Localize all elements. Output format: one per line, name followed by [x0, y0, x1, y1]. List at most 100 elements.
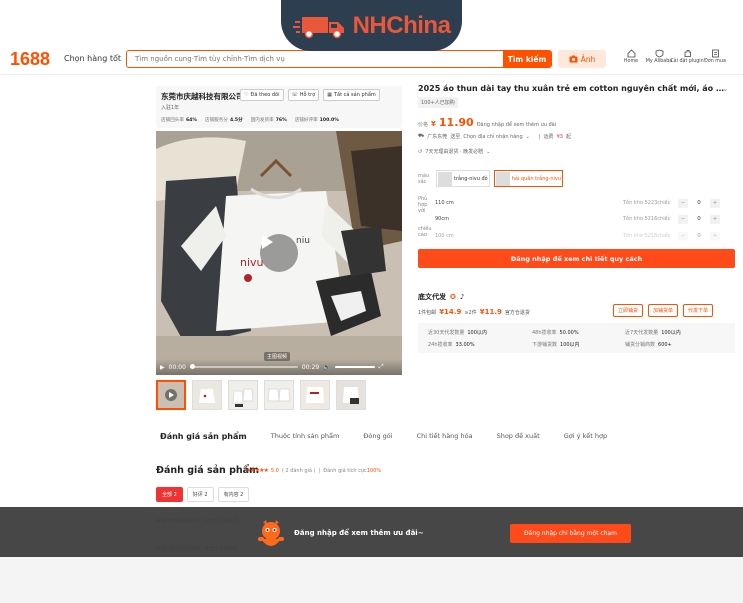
color-option[interactable]: trắng-nivu đỏ — [436, 170, 490, 187]
dropship-order-button[interactable]: 代发下单 — [683, 304, 714, 317]
price-row: 价格 ¥ 11.90 Đăng nhập để xem thêm ưu đãi — [418, 116, 556, 129]
color-option-selected[interactable]: hải quân trắng-nivu — [493, 170, 564, 187]
sold-badge: 100+人已加购 — [418, 97, 458, 108]
quantity-stepper: −0 + — [678, 214, 720, 224]
brand-name: NHChina — [352, 11, 451, 39]
heart-icon: ♡ — [244, 92, 249, 98]
home-icon — [627, 49, 635, 58]
stat-label: 48h揽收率 — [532, 330, 557, 336]
search-button[interactable]: Tìm kiếm — [503, 51, 551, 67]
price-note[interactable]: Đăng nhập để xem thêm ưu đãi — [477, 122, 556, 128]
chevron-down-icon: ⌄ — [486, 148, 491, 155]
color-swatch — [438, 171, 452, 186]
one-click-login-button[interactable]: Đăng nhập chỉ bằng một chạm — [510, 524, 631, 543]
nav-home-label: Home — [623, 59, 639, 64]
product-video-player[interactable]: nivu niu 主图视频 ▶ 00:00 00:29 🔈 ⤢ — [156, 131, 402, 375]
plus-button[interactable]: + — [710, 214, 720, 224]
review-filter-good[interactable]: 好评 2 — [186, 487, 214, 502]
nav-plugin[interactable]: Cài đặt plugin — [670, 49, 704, 64]
plus-button[interactable]: + — [710, 198, 720, 208]
minus-button[interactable]: − — [678, 214, 688, 224]
color-selector: màu sắc trắng-nivu đỏ hải quân trắng-niv… — [418, 170, 564, 187]
login-to-view-specs-button[interactable]: Đăng nhập để xem chi tiết quy cách — [418, 249, 735, 268]
add-list-button[interactable]: 加铺货单 — [648, 304, 679, 317]
support-label: Hỗ trợ — [299, 92, 316, 98]
reviews-title: Đánh giá sản phẩm — [156, 465, 259, 476]
stat-label: 下游铺货数 — [532, 342, 558, 348]
nav-home[interactable]: Home — [620, 49, 642, 64]
mascot-icon — [258, 520, 284, 546]
volume-slider[interactable] — [334, 366, 375, 368]
return-icon: ↺ — [418, 148, 423, 155]
tab-packaging[interactable]: Đóng gói — [363, 432, 392, 441]
thumbnail-video[interactable] — [156, 380, 186, 410]
minus-button[interactable]: − — [678, 198, 688, 208]
separator: | — [318, 467, 321, 474]
ship-to-select[interactable]: Chọn địa chỉ nhận hàng — [463, 134, 522, 140]
review-filter-content[interactable]: 有内容 2 — [217, 487, 250, 502]
video-progress-bar[interactable] — [189, 364, 298, 369]
thumbnail-image[interactable] — [336, 380, 366, 410]
size-value: 110 cm — [435, 200, 454, 206]
size-row: 100 cm Tồn kho 5216chiếc −0 + — [418, 230, 736, 242]
thumbnail-image[interactable] — [192, 380, 222, 410]
thumbnail-image[interactable] — [228, 380, 258, 410]
shop-tenure: 入驻1年 — [161, 105, 180, 111]
stat-item: 48h揽收率 50.00% — [532, 329, 579, 336]
thumbnail-image[interactable] — [300, 380, 330, 410]
product-tabs: Đánh giá sản phẩm Thuộc tính sản phẩm Đó… — [160, 432, 607, 441]
tab-details[interactable]: Chi tiết hàng hóa — [417, 432, 473, 441]
follow-button[interactable]: ♡ Đã theo dõi — [240, 89, 284, 101]
site-logo[interactable]: 1688 — [10, 49, 50, 70]
login-promo-banner: Đăng nhập để xem thêm ưu đãi~ Đăng nhập … — [0, 507, 743, 557]
tab-combos[interactable]: Gợi ý kết hợp — [564, 432, 607, 441]
shirt-thumb-icon — [229, 381, 257, 409]
shop-name[interactable]: 东莞市庆越科技有限公司 — [161, 91, 244, 102]
nav-orders[interactable]: Đơn mua — [704, 49, 726, 64]
support-button[interactable]: ☏ Hỗ trợ — [287, 89, 320, 101]
quantity-value[interactable]: 0 — [692, 232, 706, 241]
shop-stat-label: 店铺回头率 — [161, 118, 184, 123]
store-icon: ▦ — [327, 92, 332, 98]
nav-my-alibaba[interactable]: My Alibaba — [646, 49, 672, 64]
stat-value: 100以内 — [560, 342, 580, 348]
review-score: 5.0 — [270, 467, 279, 474]
freight-suffix: 起 — [565, 134, 571, 140]
play-button[interactable] — [260, 234, 298, 272]
camera-icon — [569, 55, 578, 63]
freight-label: 运费 — [543, 134, 554, 140]
minus-button[interactable]: − — [678, 231, 688, 241]
plus-button[interactable]: + — [710, 231, 720, 241]
image-search-button[interactable]: Ảnh — [558, 50, 606, 68]
review-filter-all[interactable]: 全部 2 — [156, 487, 183, 502]
stock-value: Tồn kho 5216chiếc — [623, 216, 671, 222]
shirt-thumb-icon — [193, 381, 221, 409]
stat-item: 下游铺货数 100以内 — [532, 341, 580, 348]
freight-value: ¥3 — [556, 133, 563, 140]
volume-icon[interactable]: 🔈 — [323, 364, 330, 371]
shipping-icon: ⛟ — [418, 133, 425, 139]
quantity-stepper: −0 + — [678, 198, 720, 208]
play-control-icon[interactable]: ▶ — [160, 364, 165, 371]
tab-reviews[interactable]: Đánh giá sản phẩm — [160, 432, 247, 441]
product-title: 2025 áo thun dài tay thu xuân trẻ em cot… — [418, 84, 726, 93]
tab-attributes[interactable]: Thuộc tính sản phẩm — [271, 432, 340, 441]
separator: | — [538, 133, 541, 140]
thumbnail-image[interactable] — [264, 380, 294, 410]
quantity-value[interactable]: 0 — [692, 199, 706, 208]
size-row: 110 cm Tồn kho 5223chiếc −0 + — [418, 197, 736, 209]
star-rating-icon: ★★★★★ — [246, 467, 269, 474]
tab-shop-suggestions[interactable]: Shop đề xuất — [497, 432, 540, 441]
fullscreen-icon[interactable]: ⤢ — [379, 363, 384, 371]
chevron-down-icon[interactable]: ⌄ — [722, 84, 729, 93]
search-input[interactable] — [127, 51, 503, 67]
progress-handle[interactable] — [189, 364, 195, 369]
size-value: 100 cm — [435, 233, 454, 239]
quantity-value[interactable]: 0 — [692, 215, 706, 224]
list-now-button[interactable]: 立即铺货 — [613, 304, 644, 317]
all-products-button[interactable]: ▦ Tất cả sản phẩm — [323, 89, 380, 101]
header-nav: Home My Alibaba Cài đặt plugin Đơn mua — [620, 49, 726, 64]
login-promo-text: Đăng nhập để xem thêm ưu đãi~ — [294, 529, 424, 537]
category-dropdown[interactable]: Chọn hàng tốt ⌄ — [64, 54, 131, 63]
shop-stat-label: 店铺服务分 — [204, 118, 228, 123]
